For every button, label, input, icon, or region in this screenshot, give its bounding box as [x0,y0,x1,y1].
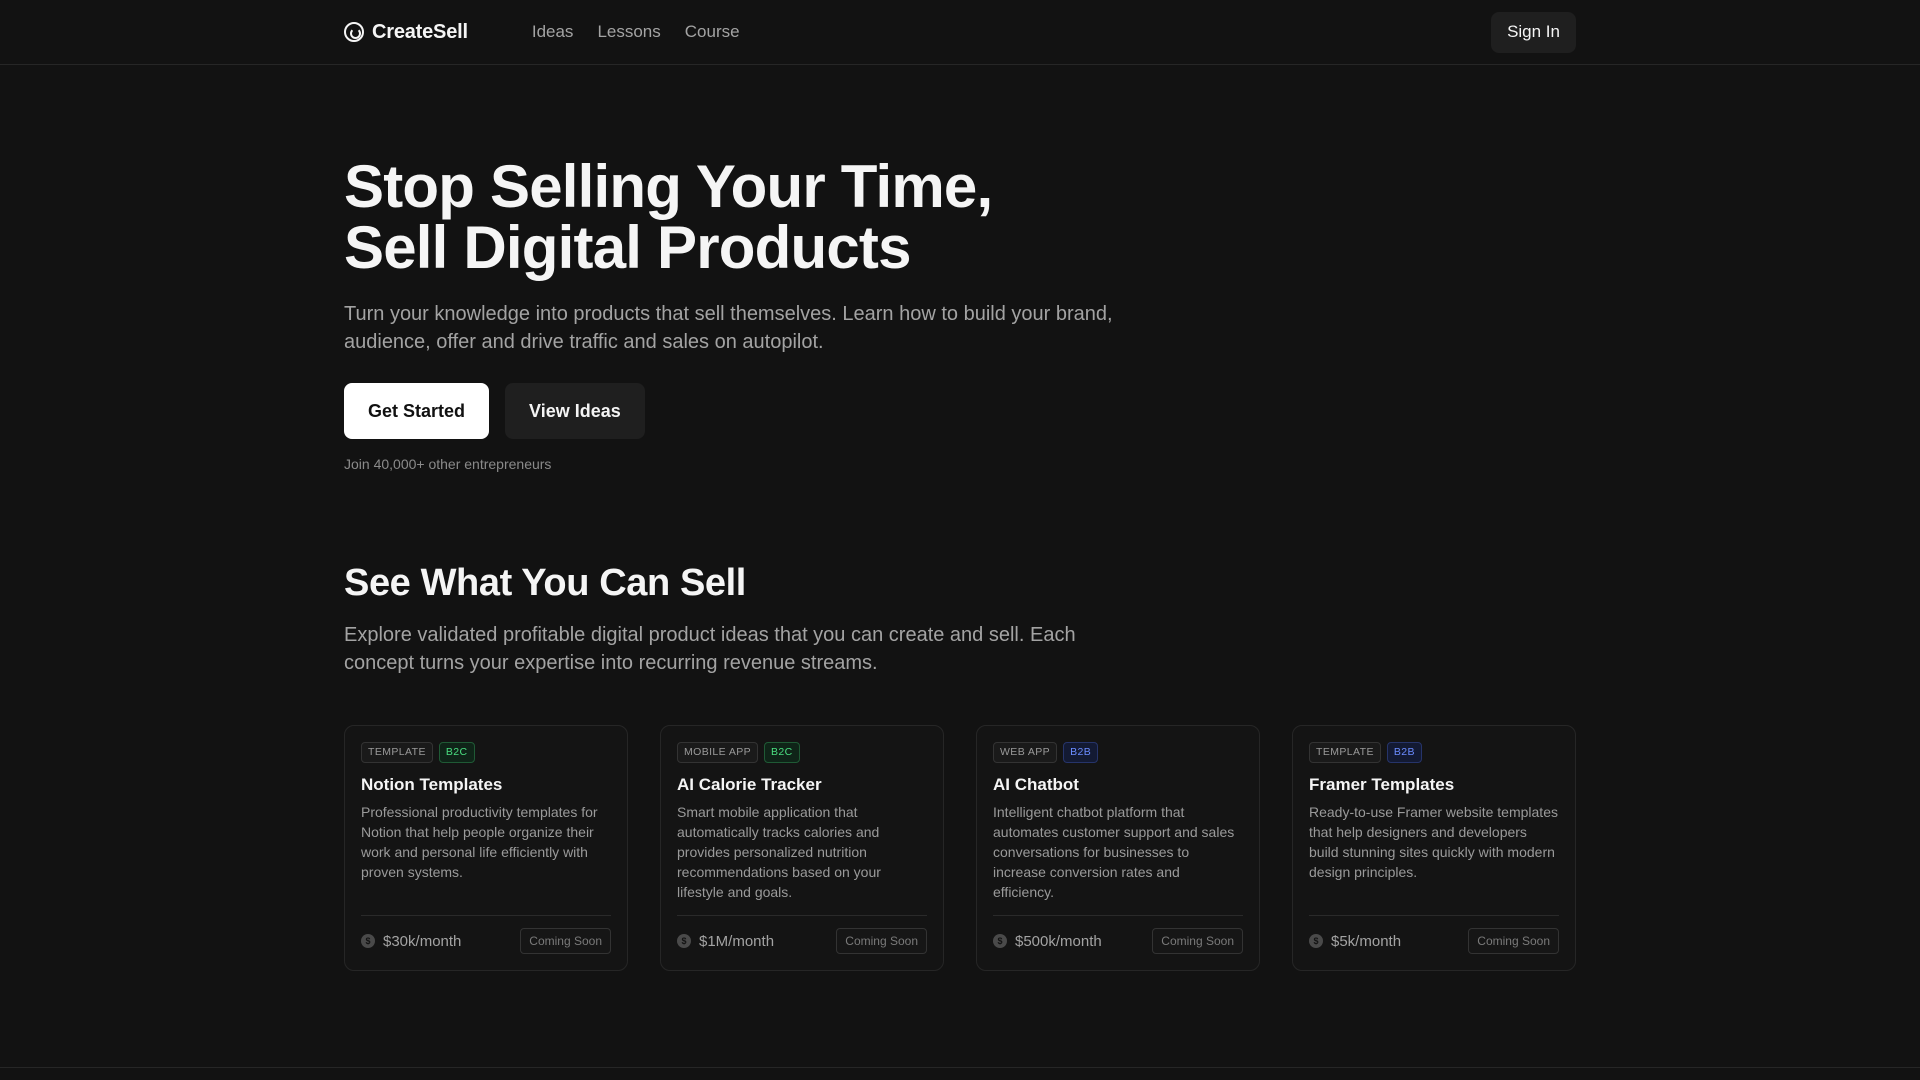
market-tag: B2B [1063,742,1099,763]
brand-name: CreateSell [372,20,468,43]
card-footer: $ $1M/month Coming Soon [677,915,927,954]
card-tags: TEMPLATE B2B [1309,742,1559,763]
dollar-coin-icon: $ [361,934,375,948]
revenue-estimate: $30k/month [383,932,462,950]
dollar-coin-icon: $ [1309,934,1323,948]
top-nav: CreateSell Ideas Lessons Course Sign In [0,0,1920,65]
idea-card[interactable]: MOBILE APP B2C AI Calorie Tracker Smart … [660,725,944,971]
dollar-coin-icon: $ [993,934,1007,948]
idea-card[interactable]: TEMPLATE B2C Notion Templates Profession… [344,725,628,971]
market-tag: B2B [1386,742,1422,763]
createsell-logo-icon [344,22,364,42]
dollar-coin-icon: $ [677,934,691,948]
revenue-estimate: $500k/month [1015,932,1102,950]
type-tag: WEB APP [993,742,1058,763]
hero: Stop Selling Your Time, Sell Digital Pro… [344,156,1244,472]
get-started-button[interactable]: Get Started [344,383,490,439]
card-title: AI Calorie Tracker [677,775,822,794]
card-title: Notion Templates [361,775,503,794]
card-footer: $ $30k/month Coming Soon [361,915,611,954]
nav-inner: CreateSell Ideas Lessons Course Sign In [344,0,1576,64]
coming-soon-badge: Coming Soon [1152,928,1243,954]
brand[interactable]: CreateSell [344,21,468,44]
card-footer: $ $500k/month Coming Soon [993,915,1243,954]
section-subtitle: Explore validated profitable digital pro… [344,624,1076,674]
sign-in-button[interactable]: Sign In [1491,11,1576,53]
card-description: Intelligent chatbot platform that automa… [993,804,1235,900]
coming-soon-badge: Coming Soon [836,928,927,954]
card-tags: MOBILE APP B2C [677,742,927,763]
card-tags: WEB APP B2B [993,742,1243,763]
view-ideas-button[interactable]: View Ideas [505,383,645,439]
card-description: Ready-to-use Framer website templates th… [1309,804,1558,880]
hero-title-line-2: Sell Digital Products [344,214,911,281]
section-title: See What You Can Sell [344,562,746,604]
hero-title: Stop Selling Your Time, Sell Digital Pro… [344,156,1244,278]
card-description: Smart mobile application that automatica… [677,804,881,900]
social-proof-note: Join 40,000+ other entrepreneurs [344,456,552,472]
nav-link-ideas[interactable]: Ideas [532,22,574,42]
nav-link-lessons[interactable]: Lessons [597,22,660,42]
revenue-estimate: $1M/month [699,932,775,950]
footer-divider [0,1067,1920,1068]
nav-link-course[interactable]: Course [685,22,740,42]
type-tag: TEMPLATE [361,742,433,763]
market-tag: B2C [438,742,475,763]
hero-subtitle: Turn your knowledge into products that s… [344,303,1113,353]
revenue-estimate: $5k/month [1331,932,1402,950]
card-footer: $ $5k/month Coming Soon [1309,915,1559,954]
idea-card[interactable]: TEMPLATE B2B Framer Templates Ready-to-u… [1292,725,1576,971]
card-description: Professional productivity templates for … [361,804,598,880]
type-tag: MOBILE APP [677,742,759,763]
market-tag: B2C [764,742,800,763]
idea-cards: TEMPLATE B2C Notion Templates Profession… [344,725,1576,971]
coming-soon-badge: Coming Soon [1468,928,1559,954]
ideas-section-header: See What You Can Sell Explore validated … [344,562,1576,677]
card-title: Framer Templates [1309,775,1455,794]
nav-links: Ideas Lessons Course [532,22,740,42]
card-title: AI Chatbot [993,775,1079,794]
type-tag: TEMPLATE [1309,742,1381,763]
card-tags: TEMPLATE B2C [361,742,611,763]
coming-soon-badge: Coming Soon [520,928,611,954]
hero-actions: Get Started View Ideas [344,383,1244,439]
idea-card[interactable]: WEB APP B2B AI Chatbot Intelligent chatb… [976,725,1260,971]
hero-title-line-1: Stop Selling Your Time, [344,153,993,220]
